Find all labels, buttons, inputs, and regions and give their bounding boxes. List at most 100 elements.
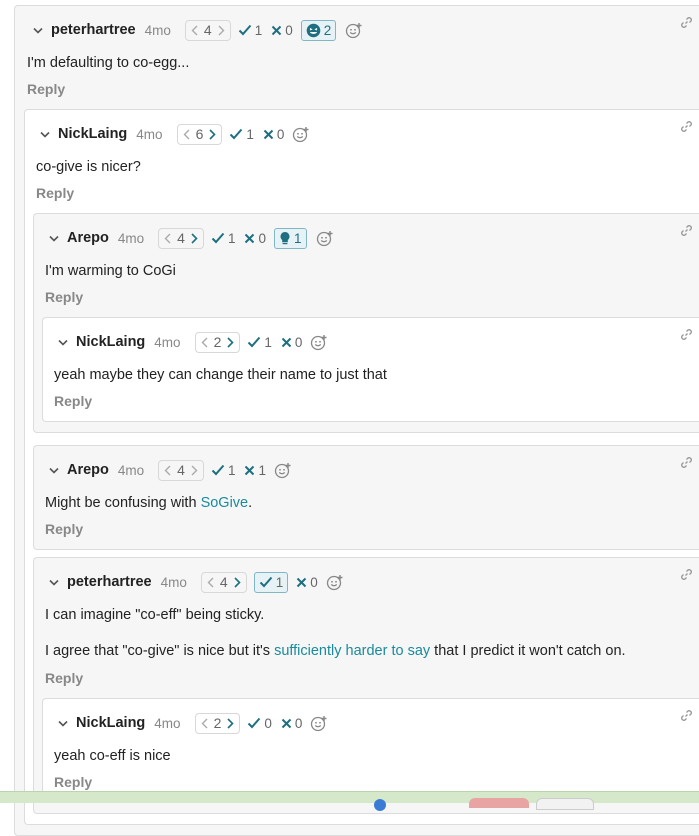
collapse-chevron-icon[interactable]	[38, 131, 52, 138]
permalink-icon[interactable]	[680, 16, 693, 29]
comment-text: co-give is nicer?	[36, 159, 141, 175]
permalink-icon[interactable]	[680, 709, 693, 722]
disagree-count: 0	[294, 334, 303, 350]
bottom-bar-dot	[374, 799, 386, 811]
downvote-icon[interactable]	[191, 25, 198, 36]
disagree-vote[interactable]: 0	[281, 334, 303, 350]
agree-vote[interactable]: 0	[247, 716, 272, 731]
agree-vote[interactable]: 1	[211, 463, 235, 478]
check-icon	[211, 232, 225, 244]
check-icon	[248, 717, 261, 729]
agree-vote[interactable]: 1	[253, 571, 289, 593]
downvote-icon[interactable]	[201, 718, 208, 729]
add-reaction-icon[interactable]	[310, 715, 328, 732]
disagree-count: 0	[310, 574, 318, 590]
author-name[interactable]: Arepo	[67, 230, 109, 246]
collapse-chevron-icon[interactable]	[47, 579, 61, 586]
author-name[interactable]: peterhartree	[51, 22, 136, 38]
add-reaction-icon[interactable]	[274, 462, 292, 479]
author-name[interactable]: NickLaing	[58, 126, 127, 142]
downvote-icon[interactable]	[164, 233, 171, 244]
comment-age[interactable]: 4mo	[118, 231, 144, 246]
add-reaction-icon[interactable]	[310, 334, 328, 351]
reply-button[interactable]: Reply	[45, 520, 83, 539]
comment-body: yeah maybe they can change their name to…	[54, 366, 699, 385]
upvote-icon[interactable]	[227, 336, 234, 348]
comment-age[interactable]: 4mo	[161, 575, 187, 590]
reply-button[interactable]: Reply	[54, 773, 92, 792]
reply-button[interactable]: Reply	[27, 80, 65, 99]
permalink-icon[interactable]	[680, 224, 693, 237]
collapse-chevron-icon[interactable]	[47, 235, 61, 242]
upvote-icon[interactable]	[191, 232, 198, 244]
add-reaction-icon[interactable]	[316, 230, 334, 247]
laughing-face-icon	[306, 23, 321, 37]
permalink-icon[interactable]	[680, 456, 693, 469]
author-name[interactable]: peterhartree	[67, 574, 152, 590]
agree-vote[interactable]: 1	[229, 127, 254, 142]
comment-text: I can imagine "co-eff" being sticky.	[45, 607, 265, 623]
downvote-icon[interactable]	[164, 465, 171, 476]
upvote-icon[interactable]	[191, 465, 198, 476]
reply-button[interactable]: Reply	[54, 392, 92, 411]
author-name[interactable]: NickLaing	[76, 715, 145, 731]
disagree-count: 0	[285, 22, 293, 38]
cross-icon	[281, 337, 292, 347]
comment-body: I'm warming to CoGi	[45, 262, 699, 281]
upvote-icon[interactable]	[234, 576, 241, 588]
reaction-badge[interactable]: 2	[300, 19, 337, 41]
lightbulb-icon	[280, 231, 290, 244]
collapse-chevron-icon[interactable]	[47, 467, 61, 474]
karma-vote: 2	[194, 331, 241, 353]
bottom-bar-tab[interactable]	[469, 798, 529, 808]
upvote-icon[interactable]	[227, 717, 234, 729]
author-name[interactable]: NickLaing	[76, 334, 145, 350]
add-reaction-icon[interactable]	[292, 126, 310, 143]
collapse-chevron-icon[interactable]	[56, 720, 70, 727]
author-name[interactable]: Arepo	[67, 462, 109, 478]
add-reaction-icon[interactable]	[326, 574, 344, 591]
check-icon	[259, 576, 272, 588]
cross-icon	[245, 465, 255, 475]
upvote-icon[interactable]	[209, 128, 216, 140]
collapse-chevron-icon[interactable]	[31, 27, 45, 34]
comment-age[interactable]: 4mo	[118, 463, 144, 478]
karma-score: 6	[195, 126, 204, 142]
downvote-icon[interactable]	[207, 577, 214, 588]
add-reaction-icon[interactable]	[345, 22, 363, 39]
agree-vote[interactable]: 1	[238, 23, 262, 38]
permalink-icon[interactable]	[680, 568, 693, 581]
collapse-chevron-icon[interactable]	[56, 339, 70, 346]
comment-text: I'm defaulting to co-egg...	[27, 55, 190, 71]
reply-button[interactable]: Reply	[36, 184, 74, 203]
comment-body: co-give is nicer?	[36, 158, 699, 177]
comment-age[interactable]: 4mo	[154, 335, 180, 350]
disagree-vote[interactable]: 0	[263, 127, 284, 142]
reply-button[interactable]: Reply	[45, 288, 83, 307]
disagree-count: 1	[258, 462, 266, 478]
permalink-icon[interactable]	[680, 328, 693, 341]
upvote-icon[interactable]	[218, 25, 225, 36]
comment: peterhartree 4mo 4 1 0 2 I'm defaulting …	[14, 5, 699, 836]
comment-age[interactable]: 4mo	[154, 716, 180, 731]
downvote-icon[interactable]	[201, 337, 208, 348]
text-segment: that I predict it won't catch on.	[430, 643, 626, 659]
disagree-vote[interactable]: 0	[296, 575, 318, 590]
downvote-icon[interactable]	[183, 129, 190, 140]
permalink-icon[interactable]	[680, 120, 693, 133]
comment-age[interactable]: 4mo	[136, 127, 162, 142]
agree-vote[interactable]: 1	[211, 231, 235, 246]
karma-vote: 4	[184, 19, 231, 41]
disagree-vote[interactable]: 1	[244, 463, 266, 478]
comment-text: yeah maybe they can change their name to…	[54, 367, 387, 383]
reply-button[interactable]: Reply	[45, 669, 83, 688]
disagree-vote[interactable]: 0	[271, 23, 293, 38]
agree-vote[interactable]: 1	[247, 335, 272, 350]
disagree-vote[interactable]: 0	[281, 716, 302, 731]
disagree-vote[interactable]: 0	[244, 231, 266, 246]
comment-age[interactable]: 4mo	[145, 23, 171, 38]
reaction-badge[interactable]: 1	[274, 227, 307, 249]
sufficiently-harder-link[interactable]: sufficiently harder to say	[274, 643, 430, 659]
bottom-bar-tab[interactable]	[536, 798, 594, 810]
sogive-link[interactable]: SoGive	[201, 495, 249, 511]
